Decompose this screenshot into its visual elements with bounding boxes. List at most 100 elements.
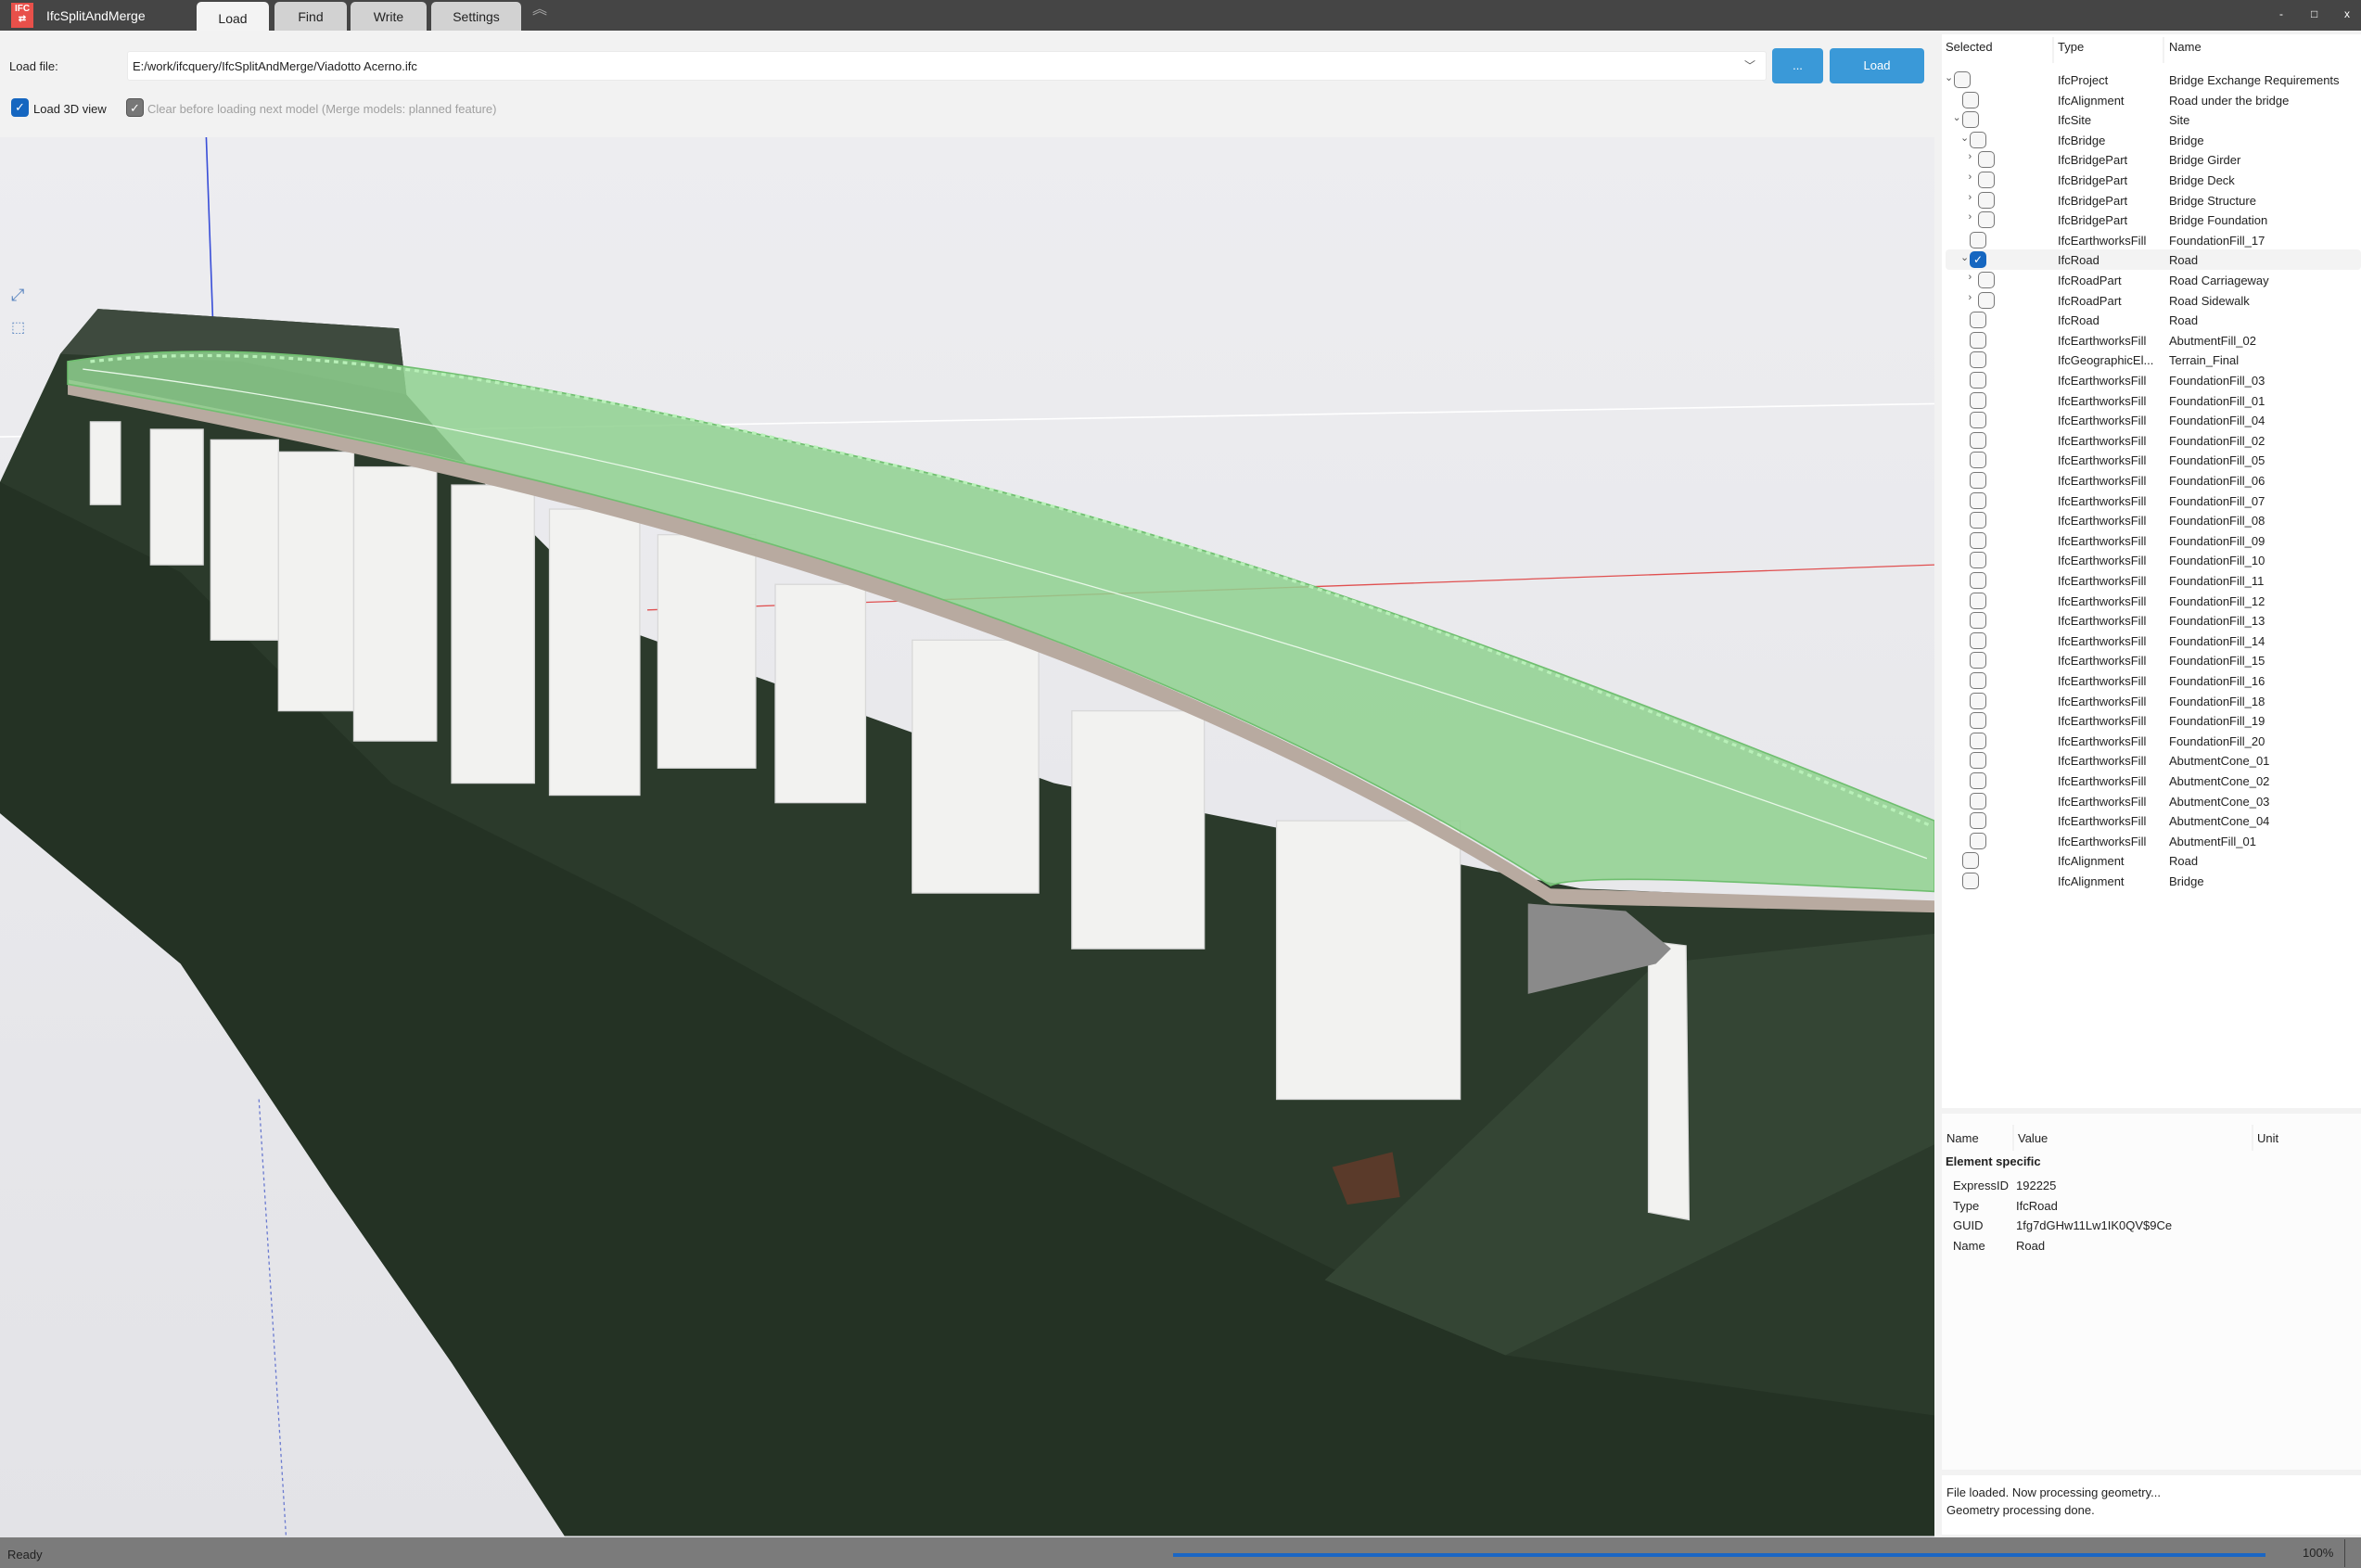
tab-settings[interactable]: Settings	[431, 2, 521, 31]
tree-row-checkbox[interactable]	[1970, 652, 1986, 669]
tree-row-checkbox[interactable]	[1970, 392, 1986, 409]
tree-row[interactable]: ›IfcBridgePartBridge Foundation	[1946, 210, 2361, 230]
tree-row[interactable]: ›IfcBridgePartBridge Girder	[1946, 149, 2361, 170]
tree-row[interactable]: IfcEarthworksFillFoundationFill_15	[1946, 650, 2361, 670]
tree-row[interactable]: IfcGeographicEl...Terrain_Final	[1946, 350, 2361, 370]
tree-row[interactable]: IfcEarthworksFillFoundationFill_05	[1946, 450, 2361, 470]
tree-row[interactable]: IfcEarthworksFillFoundationFill_08	[1946, 510, 2361, 530]
tree-row[interactable]: ⌄IfcSiteSite	[1946, 109, 2361, 130]
tree-row[interactable]: ⌄✓IfcRoadRoad	[1946, 249, 2361, 270]
tree-row[interactable]: IfcEarthworksFillFoundationFill_06	[1946, 470, 2361, 491]
tree-row[interactable]: IfcEarthworksFillFoundationFill_13	[1946, 610, 2361, 631]
tree-row-checkbox[interactable]	[1978, 151, 1995, 168]
tree-row-checkbox[interactable]	[1978, 172, 1995, 188]
property-row[interactable]: ExpressID192225	[1942, 1175, 2361, 1194]
tree-row[interactable]: ›IfcRoadPartRoad Carriageway	[1946, 270, 2361, 290]
tree-row-checkbox[interactable]	[1970, 632, 1986, 649]
tree-row-checkbox[interactable]	[1970, 772, 1986, 789]
minimize-button[interactable]: -	[2279, 7, 2283, 20]
tree-row-checkbox[interactable]	[1970, 812, 1986, 829]
box-select-icon[interactable]: ⬚	[11, 318, 25, 337]
tree-row[interactable]: IfcEarthworksFillFoundationFill_04	[1946, 410, 2361, 430]
tree-row[interactable]: IfcEarthworksFillFoundationFill_10	[1946, 550, 2361, 570]
tree-row-checkbox[interactable]	[1970, 552, 1986, 568]
chevron-down-icon[interactable]: ⌄	[1953, 111, 1961, 123]
tree-row[interactable]: IfcEarthworksFillFoundationFill_18	[1946, 691, 2361, 711]
tree-row-checkbox[interactable]	[1970, 693, 1986, 709]
property-row[interactable]: NameRoad	[1942, 1235, 2361, 1255]
tree-row-checkbox[interactable]	[1970, 332, 1986, 349]
tree-row-checkbox[interactable]	[1970, 472, 1986, 489]
tree-row[interactable]: IfcEarthworksFillFoundationFill_20	[1946, 731, 2361, 751]
tree-row[interactable]: IfcEarthworksFillAbutmentCone_01	[1946, 750, 2361, 771]
zoom-extents-icon[interactable]: ⤢	[11, 286, 25, 305]
collapse-ribbon-icon[interactable]: ︽	[532, 4, 547, 17]
tab-load[interactable]: Load	[197, 2, 269, 31]
property-row[interactable]: TypeIfcRoad	[1942, 1195, 2361, 1215]
tree-row-checkbox[interactable]	[1962, 111, 1979, 128]
tree-row-checkbox[interactable]	[1978, 211, 1995, 228]
tab-find[interactable]: Find	[274, 2, 347, 31]
tree-row[interactable]: IfcEarthworksFillFoundationFill_02	[1946, 430, 2361, 451]
tree-row[interactable]: IfcEarthworksFillFoundationFill_17	[1946, 230, 2361, 250]
tree-row-checkbox[interactable]	[1970, 733, 1986, 749]
tree-row[interactable]: IfcEarthworksFillAbutmentCone_04	[1946, 810, 2361, 831]
tree-row[interactable]: IfcAlignmentRoad under the bridge	[1946, 90, 2361, 110]
tree-row[interactable]: IfcEarthworksFillAbutmentCone_02	[1946, 771, 2361, 791]
tree-row[interactable]: IfcEarthworksFillFoundationFill_12	[1946, 591, 2361, 611]
tree-row-checkbox[interactable]	[1970, 312, 1986, 328]
tree-row[interactable]: IfcEarthworksFillFoundationFill_03	[1946, 370, 2361, 390]
tree-row[interactable]: ›IfcBridgePartBridge Structure	[1946, 190, 2361, 210]
tree-row-checkbox[interactable]	[1970, 432, 1986, 449]
column-header-name[interactable]: Name	[2169, 40, 2201, 54]
tree-row-checkbox[interactable]	[1970, 232, 1986, 249]
tree-row-checkbox[interactable]	[1970, 512, 1986, 529]
tree-row[interactable]: ⌄IfcProjectBridge Exchange Requirements	[1946, 70, 2361, 90]
chevron-down-icon[interactable]: ⌄	[1960, 132, 1969, 144]
tree-row[interactable]: IfcEarthworksFillAbutmentFill_02	[1946, 330, 2361, 351]
tree-row[interactable]: IfcAlignmentBridge	[1946, 871, 2361, 891]
tree-row[interactable]: IfcEarthworksFillFoundationFill_19	[1946, 710, 2361, 731]
tree-row[interactable]: IfcEarthworksFillFoundationFill_16	[1946, 670, 2361, 691]
column-header-type[interactable]: Type	[2058, 40, 2084, 54]
tree-row-checkbox[interactable]	[1962, 852, 1979, 869]
tree-row-checkbox[interactable]	[1970, 351, 1986, 368]
tree-row-checkbox[interactable]	[1962, 92, 1979, 108]
chevron-right-icon[interactable]: ›	[1969, 192, 1972, 203]
tree-row[interactable]: IfcEarthworksFillAbutmentCone_03	[1946, 791, 2361, 811]
load-file-input[interactable]	[127, 51, 1767, 81]
3d-viewport[interactable]: ⤢ ⬚	[0, 137, 1934, 1537]
tree-row[interactable]: IfcEarthworksFillFoundationFill_11	[1946, 570, 2361, 591]
tree-row[interactable]: IfcEarthworksFillAbutmentFill_01	[1946, 831, 2361, 851]
tree-row[interactable]: ⌄IfcBridgeBridge	[1946, 130, 2361, 150]
load-3d-view-checkbox[interactable]: ✓	[11, 98, 29, 117]
tree-row[interactable]: IfcEarthworksFillFoundationFill_07	[1946, 491, 2361, 511]
tree-row-checkbox[interactable]	[1970, 132, 1986, 148]
tree-row-checkbox[interactable]: ✓	[1970, 251, 1986, 268]
tree-row-checkbox[interactable]	[1970, 833, 1986, 849]
tree-row-checkbox[interactable]	[1978, 272, 1995, 288]
tree-row-checkbox[interactable]	[1970, 372, 1986, 389]
tree-row[interactable]: IfcEarthworksFillFoundationFill_01	[1946, 390, 2361, 411]
tree-row-checkbox[interactable]	[1970, 593, 1986, 609]
close-button[interactable]: x	[2344, 7, 2350, 20]
tree-row[interactable]: IfcRoadRoad	[1946, 310, 2361, 330]
tab-write[interactable]: Write	[351, 2, 427, 31]
tree-row-checkbox[interactable]	[1970, 752, 1986, 769]
tree-row-checkbox[interactable]	[1970, 672, 1986, 689]
tree-row-checkbox[interactable]	[1970, 492, 1986, 509]
chevron-right-icon[interactable]: ›	[1969, 151, 1972, 162]
tree-row-checkbox[interactable]	[1970, 572, 1986, 589]
tree-row-checkbox[interactable]	[1970, 532, 1986, 549]
chevron-down-icon[interactable]: ﹀	[1744, 57, 1755, 73]
tree-row-checkbox[interactable]	[1970, 612, 1986, 629]
load-button[interactable]: Load	[1830, 48, 1924, 83]
chevron-right-icon[interactable]: ›	[1969, 272, 1972, 283]
property-row[interactable]: GUID1fg7dGHw11Lw1IK0QV$9Ce	[1942, 1215, 2361, 1234]
chevron-down-icon[interactable]: ⌄	[1945, 71, 1953, 83]
tree-row-checkbox[interactable]	[1962, 873, 1979, 889]
maximize-button[interactable]: □	[2311, 7, 2317, 20]
tree-row-checkbox[interactable]	[1954, 71, 1971, 88]
browse-button[interactable]: ...	[1772, 48, 1823, 83]
tree-row-checkbox[interactable]	[1970, 712, 1986, 729]
